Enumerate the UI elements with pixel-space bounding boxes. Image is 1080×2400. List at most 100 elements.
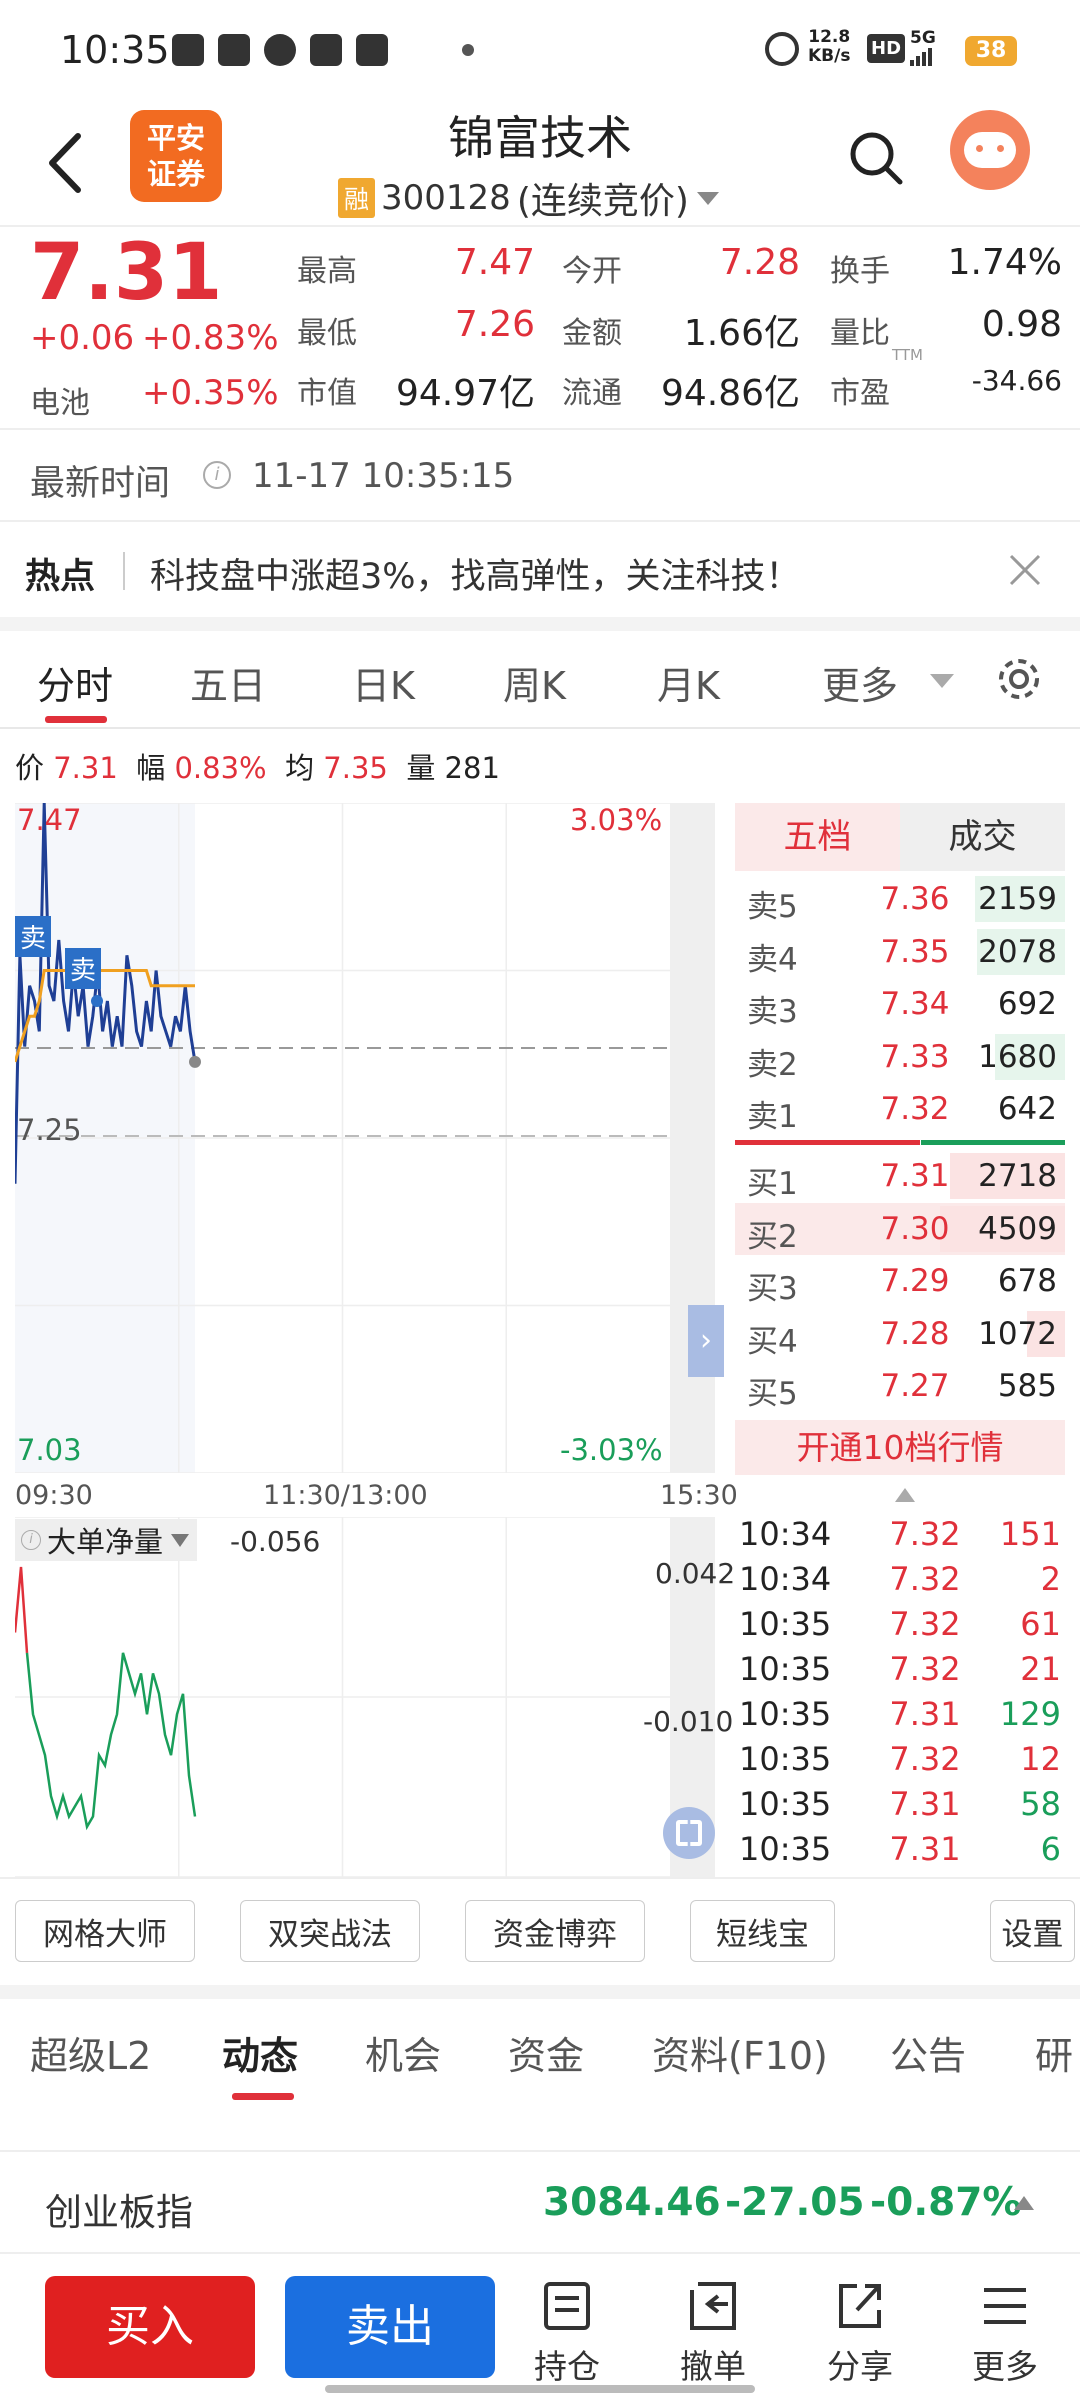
bottom-tab[interactable]: 资料(F10): [652, 2025, 828, 2080]
ask-row[interactable]: 卖1 7.32 642: [735, 1083, 1065, 1135]
nav-more[interactable]: 更多: [950, 2270, 1060, 2395]
trade-marker: [91, 994, 103, 1007]
bid-row[interactable]: 买4 7.28 1072: [735, 1308, 1065, 1360]
label-low: 7.03: [17, 1433, 82, 1467]
quote-value: 7.47: [454, 242, 535, 283]
fullscreen-icon[interactable]: [663, 1807, 715, 1859]
trading-mode: (连续竞价): [516, 181, 689, 222]
trade-time: 10:34: [739, 1560, 832, 1598]
sell-tag-2[interactable]: 卖: [65, 948, 102, 989]
level-label: 买1: [747, 1166, 798, 1202]
tab-five-day[interactable]: 五日: [190, 655, 266, 710]
message-icon: [310, 34, 342, 66]
level-price: 7.28: [880, 1315, 950, 1352]
sell-tag[interactable]: 卖: [15, 916, 52, 957]
level-volume: 678: [997, 1263, 1057, 1299]
quote-value: 94.97亿: [395, 373, 535, 414]
tab-daily-k[interactable]: 日K: [352, 655, 415, 710]
hot-topic-banner[interactable]: 热点 科技盘中涨超3%，找高弹性，关注科技！: [0, 522, 1080, 617]
tab-intraday[interactable]: 分时: [37, 655, 113, 710]
sector-label[interactable]: 电池: [30, 378, 90, 422]
bid-row[interactable]: 买1 7.31 2718: [735, 1150, 1065, 1202]
nav-share[interactable]: 分享: [805, 2270, 915, 2395]
quote-label: 换手: [830, 254, 890, 289]
bottom-tab[interactable]: 动态: [222, 2025, 298, 2080]
assistant-avatar-icon[interactable]: [950, 110, 1030, 190]
trade-time: 10:35: [739, 1830, 832, 1868]
nav-cancel-order[interactable]: 撤单: [658, 2270, 768, 2395]
trade-volume: 61: [1020, 1605, 1061, 1643]
tool-button[interactable]: 网格大师: [15, 1900, 195, 1962]
index-name: 创业板指: [45, 2191, 193, 2234]
search-icon[interactable]: [848, 130, 904, 188]
index-pct: -0.87%: [870, 2180, 1022, 2225]
cursor-vol: 281: [444, 751, 500, 785]
amp-label: 幅: [136, 751, 166, 785]
trade-volume: 21: [1020, 1650, 1061, 1688]
nav-positions[interactable]: 持仓: [512, 2270, 622, 2395]
battery-icon: 38: [965, 36, 1017, 66]
bid-row[interactable]: 买5 7.27 585: [735, 1360, 1065, 1412]
trade-volume: 58: [1020, 1785, 1061, 1823]
tool-button[interactable]: 短线宝: [690, 1900, 835, 1962]
index-row[interactable]: 创业板指 3084.46 -27.05 -0.87%: [0, 2152, 1080, 2252]
indicator-name: 大单净量: [47, 1525, 164, 1559]
indicator-caret-icon: [171, 1534, 190, 1547]
gear-icon[interactable]: [995, 655, 1043, 703]
tab-weekly-k[interactable]: 周K: [503, 655, 566, 710]
trade-row: 10:35 7.32 21: [735, 1650, 1065, 1695]
trades-scroll-up-icon[interactable]: [893, 1486, 917, 1504]
ask-row[interactable]: 卖3 7.34 692: [735, 978, 1065, 1030]
bid-row[interactable]: 买2 7.30 4509: [735, 1202, 1065, 1255]
bid-row[interactable]: 买3 7.29 678: [735, 1255, 1065, 1307]
tab-trades[interactable]: 成交: [900, 803, 1065, 871]
tool-button[interactable]: 资金博弈: [465, 1900, 645, 1962]
trade-row: 10:35 7.32 12: [735, 1740, 1065, 1785]
ask-row[interactable]: 卖2 7.33 1680: [735, 1031, 1065, 1083]
bottom-tab[interactable]: 研: [1035, 2025, 1073, 2080]
bottom-tab[interactable]: 公告: [890, 2025, 966, 2080]
tab-five-levels[interactable]: 五档: [735, 803, 900, 871]
indicator-top: 0.042: [655, 1557, 736, 1590]
stock-code-row[interactable]: 融 300128 (连续竞价): [338, 172, 721, 224]
tool-button[interactable]: 双突战法: [240, 1900, 420, 1962]
level-price: 7.33: [880, 1038, 950, 1075]
price-change: +0.06: [30, 318, 135, 358]
info-icon[interactable]: i: [203, 461, 231, 489]
quote-value: 7.28: [719, 242, 800, 283]
buy-button[interactable]: 买入: [45, 2276, 255, 2378]
indicator-chart[interactable]: i 大单净量 -0.056 0.042 -0.010: [15, 1517, 735, 1877]
trade-time: 10:35: [739, 1740, 832, 1778]
level-price: 7.31: [880, 1158, 950, 1194]
last-price: 7.31: [30, 228, 223, 318]
dot-icon: [462, 44, 474, 56]
tool-button[interactable]: 设置: [990, 1900, 1075, 1962]
hot-label: 热点: [25, 557, 96, 597]
ask-row[interactable]: 卖4 7.35 2078: [735, 926, 1065, 978]
indicator-selector[interactable]: i 大单净量: [15, 1519, 198, 1561]
level-price: 7.34: [880, 986, 950, 1022]
cursor-avg: 7.35: [323, 751, 388, 785]
level-label: 卖3: [747, 994, 798, 1030]
indicator-value: -0.056: [230, 1525, 321, 1558]
price-change-pct: +0.83%: [142, 318, 279, 358]
level-price: 7.29: [880, 1263, 950, 1299]
expand-up-icon[interactable]: [1012, 2194, 1036, 2212]
current-point: [189, 1055, 201, 1068]
sell-button[interactable]: 卖出: [285, 2276, 495, 2378]
close-icon[interactable]: [1005, 550, 1045, 590]
intraday-chart[interactable]: 7.47 3.03% 7.25 7.03 -3.03% 卖 卖 ›: [15, 803, 730, 1473]
indicator-info-icon[interactable]: i: [21, 1530, 41, 1550]
hot-text[interactable]: 科技盘中涨超3%，找高弹性，关注科技！: [150, 548, 801, 599]
bottom-tab[interactable]: 机会: [365, 2025, 441, 2080]
upgrade-ten-levels-button[interactable]: 开通10档行情: [735, 1420, 1065, 1475]
trade-row: 10:35 7.32 61: [735, 1605, 1065, 1650]
ask-row[interactable]: 卖5 7.36 2159: [735, 873, 1065, 925]
tab-more[interactable]: 更多: [822, 655, 898, 710]
more-caret-icon: [930, 674, 954, 688]
tab-monthly-k[interactable]: 月K: [657, 655, 720, 710]
expand-panel-icon[interactable]: ›: [688, 1305, 724, 1377]
avg-label: 均: [285, 751, 315, 785]
bottom-tab[interactable]: 资金: [508, 2025, 584, 2080]
bottom-tab[interactable]: 超级L2: [30, 2025, 151, 2080]
